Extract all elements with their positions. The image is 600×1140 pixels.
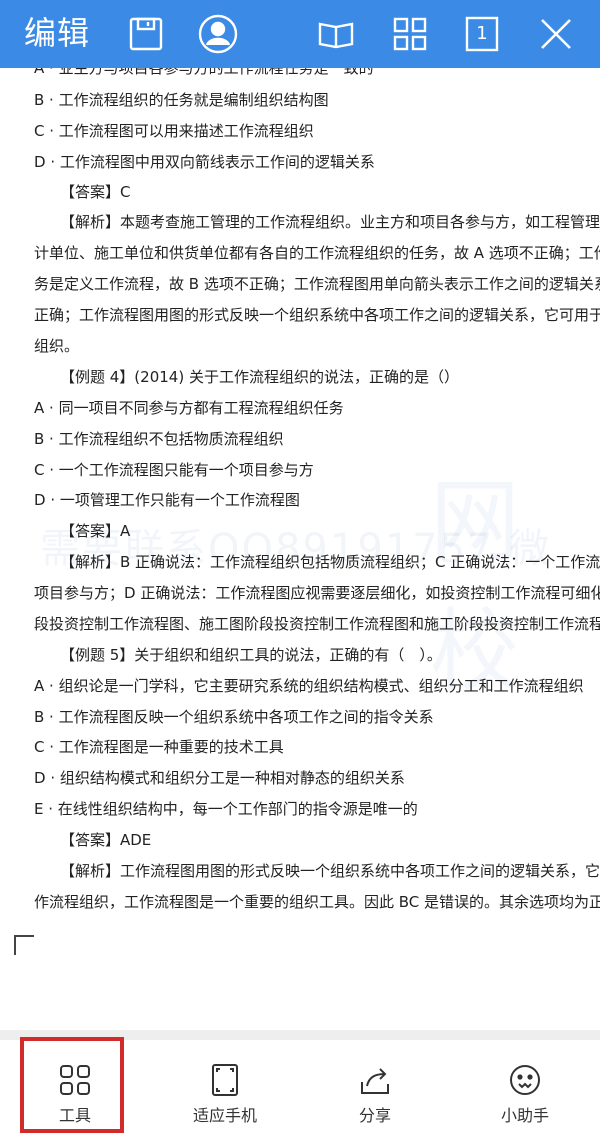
text-line: A · 业主方与项目各参与方的工作流程任务是一致的 xyxy=(34,68,374,77)
assistant-button[interactable]: 小助手 xyxy=(450,1040,600,1140)
close-icon[interactable] xyxy=(534,12,578,56)
save-icon[interactable] xyxy=(124,12,168,56)
text-line: A · 同一项目不同参与方都有工程流程组织任务 xyxy=(34,399,344,417)
text-line: B · 工作流程图反映一个组织系统中各项工作之间的指令关系 xyxy=(34,708,434,726)
text-line: 正确；工作流程图用图的形式反映一个组织系统中各项工作之间的逻辑关系，它可用于描述… xyxy=(34,306,600,324)
tools-button[interactable]: 工具 xyxy=(0,1040,150,1140)
top-toolbar: 编辑 1 xyxy=(0,0,600,68)
text-line: 【例题 5】关于组织和组织工具的说法，正确的有（ ）。 xyxy=(60,646,442,664)
text-line: C · 一个工作流程图只能有一个项目参与方 xyxy=(34,461,314,479)
text-line: 【解析】本题考查施工管理的工作流程组织。业主方和项目各参与方，如工程管理咨询单位… xyxy=(60,213,600,231)
tools-icon xyxy=(60,1065,90,1095)
document-content[interactable]: 网校 需要联系QQ89191757 微 A · 业主方与项目各参与方的工作流程任… xyxy=(0,68,600,968)
page-number: 1 xyxy=(476,23,488,44)
tools-label: 工具 xyxy=(58,1106,91,1125)
fit-phone-label: 适应手机 xyxy=(192,1106,257,1125)
book-icon[interactable] xyxy=(314,12,358,56)
text-line: 【答案】A xyxy=(60,522,131,540)
share-button[interactable]: 分享 xyxy=(300,1040,450,1140)
text-line: 【例题 4】(2014) 关于工作流程组织的说法，正确的是（） xyxy=(60,368,459,386)
user-icon[interactable] xyxy=(196,12,240,56)
grid-view-icon[interactable] xyxy=(388,12,432,56)
fit-phone-button[interactable]: 适应手机 xyxy=(150,1040,300,1140)
text-line: 组织。 xyxy=(34,337,80,355)
text-line: B · 工作流程组织不包括物质流程组织 xyxy=(34,430,284,448)
assistant-label: 小助手 xyxy=(500,1106,549,1125)
watermark-logo: 网校 xyxy=(430,469,520,704)
text-line: B · 工作流程组织的任务就是编制组织结构图 xyxy=(34,91,329,109)
share-label: 分享 xyxy=(358,1106,391,1125)
edit-button[interactable]: 编辑 xyxy=(24,12,90,54)
page-corner-mark xyxy=(14,935,34,955)
text-line: 【答案】C xyxy=(60,183,131,201)
share-icon xyxy=(361,1068,389,1094)
text-line: D · 一项管理工作只能有一个工作流程图 xyxy=(34,491,300,509)
text-line: 作流程组织，工作流程图是一个重要的组织工具。因此 BC 是错误的。其余选项均为正… xyxy=(34,893,600,911)
text-line: 务是定义工作流程，故 B 选项不正确；工作流程图用单向箭头表示工作之间的逻辑关系… xyxy=(34,275,600,293)
text-line: 段投资控制工作流程图、施工图阶段投资控制工作流程图和施工阶段投资控制工作流程图等… xyxy=(34,615,600,633)
assistant-icon xyxy=(510,1065,540,1095)
text-line: 【解析】B 正确说法：工作流程组织包括物质流程组织；C 正确说法：一个工作流程图… xyxy=(60,553,600,571)
page-number-icon[interactable]: 1 xyxy=(460,12,504,56)
text-line: A · 组织论是一门学科，它主要研究系统的组织结构模式、组织分工和工作流程组织 xyxy=(34,677,584,695)
text-line: D · 工作流程图中用双向箭线表示工作间的逻辑关系 xyxy=(34,153,375,171)
text-line: 【解析】工作流程图用图的形式反映一个组织系统中各项工作之间的逻辑关系，它可用于描… xyxy=(60,862,600,880)
text-line: C · 工作流程图可以用来描述工作流程组织 xyxy=(34,122,314,140)
text-line: 计单位、施工单位和供货单位都有各自的工作流程组织的任务，故 A 选项不正确；工作… xyxy=(34,244,600,262)
text-line: C · 工作流程图是一种重要的技术工具 xyxy=(34,738,284,756)
text-line: D · 组织结构模式和组织分工是一种相对静态的组织关系 xyxy=(34,769,405,787)
text-line: 【答案】ADE xyxy=(60,831,152,849)
fit-screen-icon xyxy=(212,1064,238,1096)
bottom-toolbar: 工具 适应手机 分享 小助手 xyxy=(0,1040,600,1140)
text-line: 项目参与方；D 正确说法：工作流程图应视需要逐层细化，如投资控制工作流程可细化为… xyxy=(34,584,600,602)
bottom-divider xyxy=(0,1030,600,1040)
text-line: E · 在线性组织结构中，每一个工作部门的指令源是唯一的 xyxy=(34,800,418,818)
